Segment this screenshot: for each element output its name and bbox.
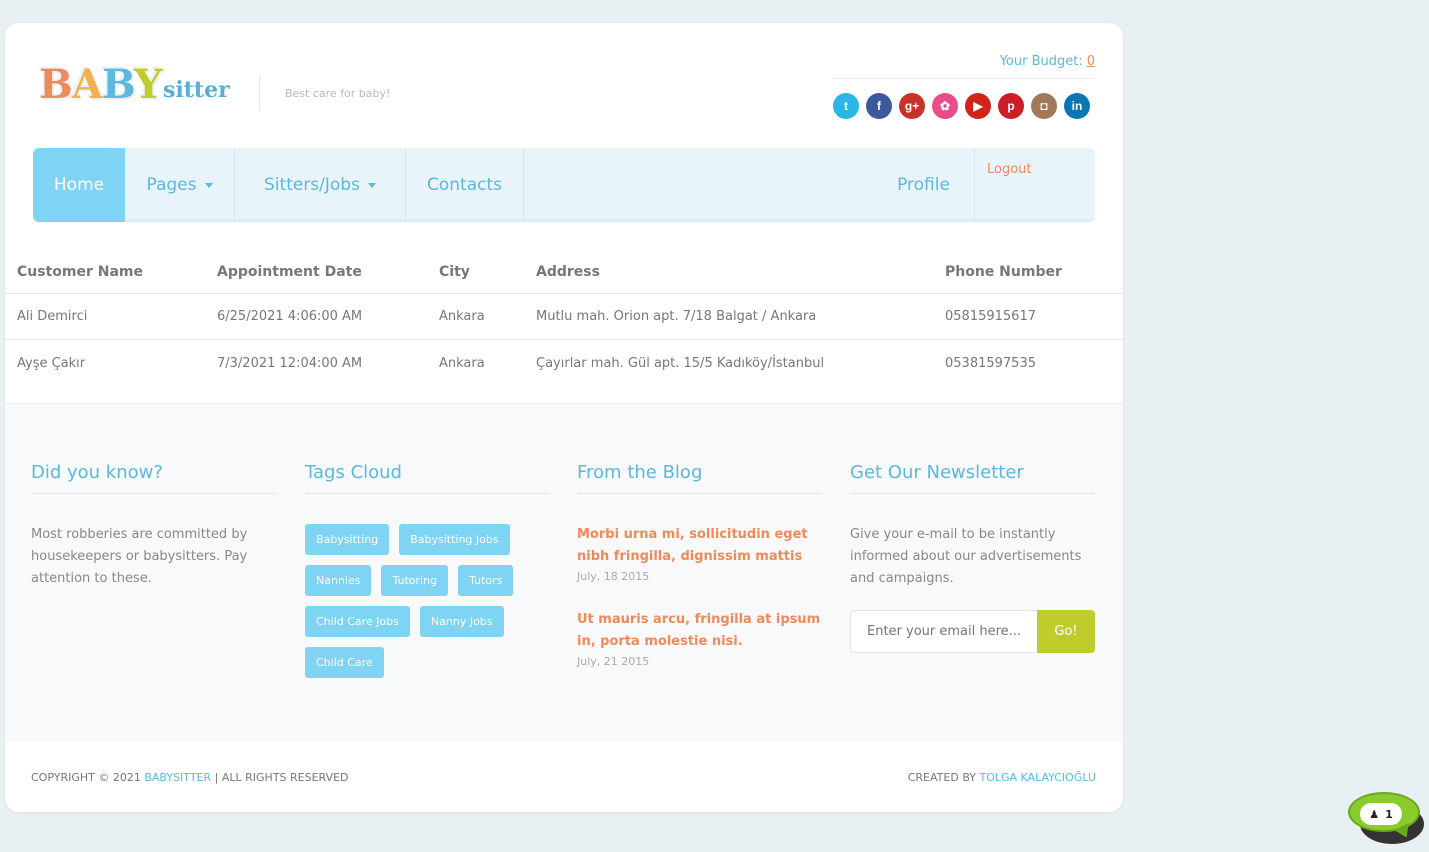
logo-divider (259, 75, 260, 111)
tag-link[interactable]: Child Care (305, 647, 384, 678)
nav-pages[interactable]: Pages (125, 148, 235, 222)
main-nav: Home Pages Sitters/Jobs Contacts Profile (33, 148, 1095, 222)
tagline: Best care for baby! (285, 87, 391, 100)
logo-wordmark: BABY (39, 61, 163, 108)
did-you-know-widget: Did you know? Most robberies are committ… (31, 462, 276, 590)
blog-post-date: July, 21 2015 (577, 655, 650, 668)
babysitter-logo[interactable]: BABY sitter (37, 61, 237, 113)
address-cell: Mutlu mah. Orion apt. 7/18 Balgat / Anka… (536, 309, 817, 324)
blog-widget: From the Blog Morbi urna mi, sollicitudi… (577, 462, 822, 668)
logo-subword: sitter (163, 77, 230, 103)
phone-cell: 05815915617 (945, 309, 1036, 324)
city-cell: Ankara (439, 355, 485, 371)
nav-sitters-jobs-label: Sitters/Jobs (264, 175, 360, 195)
nav-profile[interactable]: Profile (873, 148, 975, 222)
newsletter-text: Give your e-mail to be instantly informe… (850, 527, 1082, 586)
budget-display: Your Budget: 0 (1000, 54, 1095, 69)
appointment-date-cell: 7/3/2021 12:04:00 AM (217, 355, 363, 371)
blog-post-title[interactable]: Ut mauris arcu, fringilla at ipsum in, p… (577, 609, 822, 653)
twitter-icon[interactable]: t (833, 93, 859, 119)
column-header[interactable]: Phone Number (945, 250, 1062, 293)
blog-post: Morbi urna mi, sollicitudin eget nibh fr… (577, 524, 822, 583)
address-cell: Çayırlar mah. Gül apt. 15/5 Kadıköy/İsta… (536, 355, 825, 371)
appointments-table: Customer Name Appointment Date City Addr… (5, 250, 1123, 386)
rights-text: | ALL RIGHTS RESERVED (214, 770, 349, 784)
tag-link[interactable]: Nanny Jobs (419, 606, 504, 637)
tag-link[interactable]: Babysitting (305, 524, 390, 555)
linkedin-icon[interactable]: in (1064, 93, 1090, 119)
tag-link[interactable]: Nannies (305, 565, 372, 596)
tag-link[interactable]: Tutoring (381, 565, 449, 596)
tags-cloud-widget: Tags Cloud Babysitting Babysitting Jobs … (305, 462, 550, 678)
did-you-know-text: Most robberies are committed by housekee… (31, 527, 248, 586)
nav-sitters-jobs[interactable]: Sitters/Jobs (235, 148, 406, 222)
youtube-icon[interactable]: ▶ (965, 93, 991, 119)
user-icon: ♟ (1369, 807, 1380, 821)
column-header[interactable]: Appointment Date (217, 250, 362, 293)
column-header[interactable]: Customer Name (17, 250, 143, 293)
social-links: t f g+ ✿ ▶ p ◘ in (833, 93, 1090, 119)
blog-post-date: July, 18 2015 (577, 570, 650, 583)
chevron-down-icon (367, 182, 376, 188)
copyright-bar: COPYRIGHT © 2021 BABYSITTER | ALL RIGHTS… (5, 742, 1123, 812)
logo-letter: Y (133, 61, 163, 108)
page-container: BABY sitter Best care for baby! Your Bud… (5, 23, 1123, 812)
widget-title: Did you know? (31, 462, 276, 494)
chat-counter: ♟ 1 (1360, 803, 1402, 825)
blog-post: Ut mauris arcu, fringilla at ipsum in, p… (577, 609, 822, 668)
newsletter-widget: Get Our Newsletter Give your e-mail to b… (850, 462, 1095, 653)
phone-cell: 05381597535 (945, 355, 1036, 371)
google-plus-icon[interactable]: g+ (899, 93, 925, 119)
newsletter-form: Go! (850, 610, 1095, 653)
pinterest-icon[interactable]: p (998, 93, 1024, 119)
table-row: Ayşe Çakır 7/3/2021 12:04:00 AM Ankara Ç… (5, 340, 1123, 386)
footer-widgets: Did you know? Most robberies are committ… (5, 403, 1123, 742)
budget-label: Your Budget: (999, 54, 1083, 69)
table-row: Ali Demirci 6/25/2021 4:06:00 AM Ankara … (5, 294, 1123, 340)
logo-letter: B (101, 61, 135, 108)
logo-letter: B (39, 61, 73, 108)
appointment-date-cell: 6/25/2021 4:06:00 AM (217, 309, 363, 324)
newsletter-submit-button[interactable]: Go! (1037, 610, 1095, 653)
customer-name-cell: Ayşe Çakır (17, 355, 86, 371)
header-divider (832, 78, 1095, 79)
logo-letter: A (71, 61, 103, 108)
widget-title: Get Our Newsletter (850, 462, 1095, 494)
nav-home[interactable]: Home (33, 148, 125, 222)
column-header[interactable]: Address (536, 250, 600, 293)
blog-post-title[interactable]: Morbi urna mi, sollicitudin eget nibh fr… (577, 524, 822, 568)
credits-text: CREATED BY TOLGA KALAYCIOĞLU (908, 771, 1096, 784)
newsletter-email-input[interactable] (850, 610, 1037, 653)
chevron-down-icon (204, 182, 213, 188)
column-header[interactable]: City (439, 250, 470, 293)
chat-widget[interactable]: ♟ 1 (1346, 790, 1426, 848)
logout-link[interactable]: Logout (987, 162, 1032, 177)
widget-title: From the Blog (577, 462, 822, 494)
created-by-label: CREATED BY (907, 770, 976, 784)
tag-list: Babysitting Babysitting Jobs Nannies Tut… (305, 524, 550, 678)
table-header-row: Customer Name Appointment Date City Addr… (5, 250, 1123, 294)
dribbble-icon[interactable]: ✿ (932, 93, 958, 119)
instagram-icon[interactable]: ◘ (1031, 93, 1057, 119)
widget-title: Tags Cloud (305, 462, 550, 494)
copyright-text: COPYRIGHT © 2021 BABYSITTER | ALL RIGHTS… (31, 771, 349, 784)
author-link[interactable]: TOLGA KALAYCIOĞLU (979, 771, 1096, 784)
tag-link[interactable]: Babysitting Jobs (399, 524, 510, 555)
customer-name-cell: Ali Demirci (17, 309, 88, 324)
tag-link[interactable]: Child Care Jobs (305, 606, 410, 637)
nav-pages-label: Pages (146, 175, 197, 195)
facebook-icon[interactable]: f (866, 93, 892, 119)
tag-link[interactable]: Tutors (458, 565, 514, 596)
nav-contacts[interactable]: Contacts (406, 148, 524, 222)
budget-value-link[interactable]: 0 (1087, 54, 1095, 69)
chat-count: 1 (1385, 807, 1393, 821)
copyright-prefix: COPYRIGHT © 2021 (31, 770, 141, 784)
city-cell: Ankara (439, 309, 485, 324)
brand-link[interactable]: BABYSITTER (144, 771, 211, 784)
